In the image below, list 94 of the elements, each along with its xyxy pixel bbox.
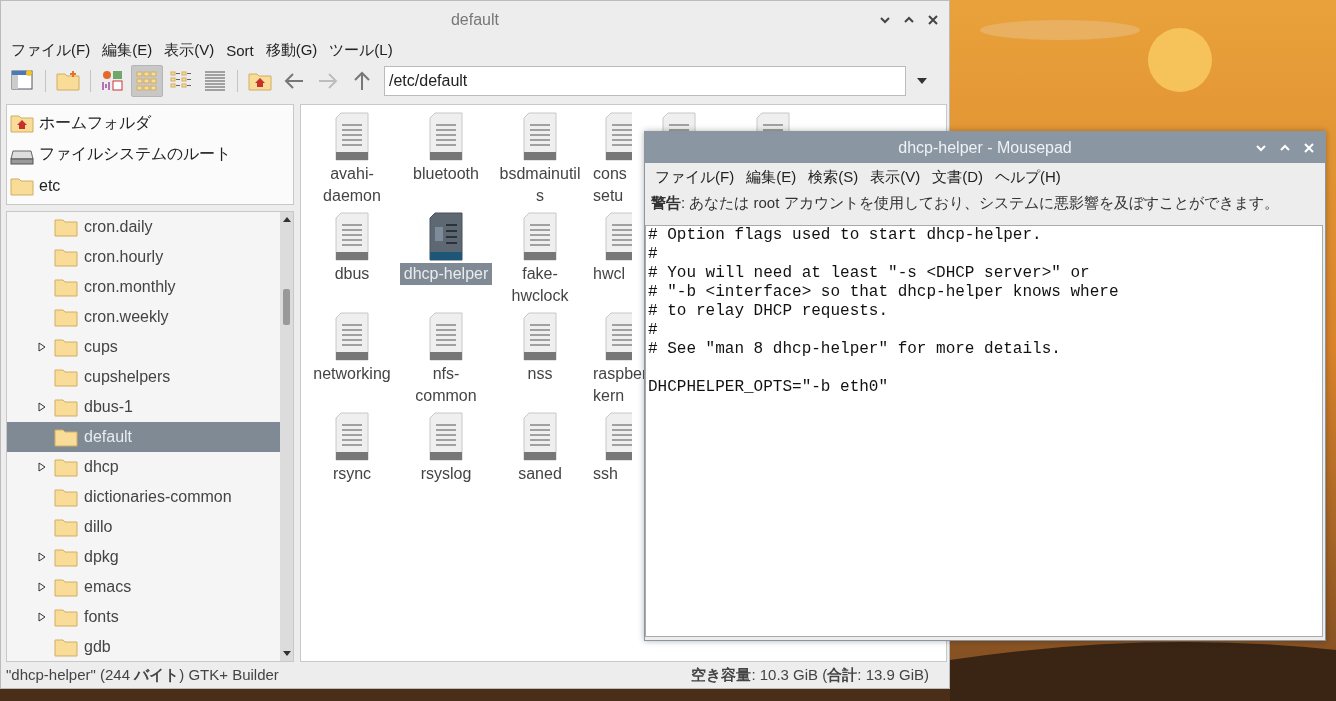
tree-item[interactable]: dhcp bbox=[84, 458, 119, 476]
folder-icon bbox=[54, 217, 78, 237]
tree-item[interactable]: cupshelpers bbox=[84, 368, 171, 386]
free-space-text: 空き容量: 10.3 GiB (合計: 13.9 GiB) bbox=[691, 665, 929, 685]
folder-icon bbox=[54, 367, 78, 387]
scrollbar[interactable] bbox=[280, 212, 293, 661]
tree-item[interactable]: emacs bbox=[84, 578, 132, 596]
file-name[interactable]: networking bbox=[309, 363, 395, 385]
tree-item[interactable]: cups bbox=[84, 338, 118, 356]
scroll-down-icon[interactable] bbox=[281, 650, 292, 658]
document-icon[interactable] bbox=[429, 212, 463, 261]
folder-icon bbox=[54, 277, 78, 297]
menu-item[interactable]: Sort bbox=[220, 41, 260, 59]
tree-row[interactable]: dillo bbox=[7, 512, 280, 542]
tree-row[interactable]: dbus-1 bbox=[7, 392, 280, 422]
folder-icon bbox=[54, 457, 78, 477]
file-name[interactable]: bsdmainutil s bbox=[495, 163, 585, 207]
tree-item[interactable]: cron.monthly bbox=[84, 278, 176, 296]
menu-item[interactable]: 文書(D) bbox=[926, 167, 989, 187]
folder-icon bbox=[54, 517, 78, 537]
tree-item[interactable]: cron.hourly bbox=[84, 248, 164, 266]
tree-item[interactable]: dpkg bbox=[84, 548, 119, 566]
folder-icon bbox=[54, 397, 78, 417]
tree-row[interactable]: cron.hourly bbox=[7, 242, 280, 272]
menu-item[interactable]: ツール(L) bbox=[323, 40, 399, 60]
tree-row[interactable]: cupshelpers bbox=[7, 362, 280, 392]
folder-icon bbox=[54, 427, 78, 447]
file-name[interactable]: rsync bbox=[328, 463, 376, 485]
file-name[interactable]: fake- hwclock bbox=[507, 263, 573, 307]
file-name[interactable]: saned bbox=[514, 463, 566, 485]
tree-item[interactable]: dbus-1 bbox=[84, 398, 133, 416]
menu-item[interactable]: 編集(E) bbox=[96, 40, 159, 60]
path-field[interactable]: /etc/default bbox=[384, 66, 906, 96]
tree-row[interactable]: cups bbox=[7, 332, 280, 362]
file-name[interactable]: ssh bbox=[587, 463, 618, 485]
menu-item[interactable]: 表示(V) bbox=[864, 167, 927, 187]
tree-row[interactable]: emacs bbox=[7, 572, 280, 602]
folder-icon bbox=[54, 487, 78, 507]
tree-row[interactable]: cron.daily bbox=[7, 212, 280, 242]
folder-icon bbox=[54, 637, 78, 657]
tree-item[interactable]: gdb bbox=[84, 638, 111, 656]
tree-row[interactable]: dictionaries-common bbox=[7, 482, 280, 512]
close-icon[interactable] bbox=[927, 14, 939, 26]
file-name[interactable]: avahi- daemon bbox=[319, 163, 385, 207]
file-name[interactable]: rsyslog bbox=[416, 463, 476, 485]
menu-item[interactable]: 検索(S) bbox=[802, 167, 865, 187]
menu-item[interactable]: ヘルプ(H) bbox=[989, 167, 1067, 187]
tree-item[interactable]: cron.daily bbox=[84, 218, 153, 236]
place-item[interactable]: etc bbox=[39, 177, 61, 195]
folder-icon bbox=[10, 176, 34, 196]
warning-text: 警告: あなたは root アカウントを使用しており、システムに悪影響を及ぼすことができます。 bbox=[650, 193, 1280, 213]
file-name[interactable]: hwcl bbox=[587, 263, 625, 285]
tree-row[interactable]: fonts bbox=[7, 602, 280, 632]
folder-icon bbox=[54, 337, 78, 357]
menu-item[interactable]: 表示(V) bbox=[158, 40, 221, 60]
tree-item[interactable]: dictionaries-common bbox=[84, 488, 232, 506]
tree-item[interactable]: dillo bbox=[84, 518, 113, 536]
home-icon bbox=[10, 113, 34, 133]
place-item[interactable]: ホームフォルダ bbox=[39, 112, 151, 134]
file-name[interactable]: nfs- common bbox=[411, 363, 481, 407]
expander-icon[interactable] bbox=[38, 462, 46, 472]
scroll-thumb[interactable] bbox=[283, 289, 290, 325]
menu-item[interactable]: 編集(E) bbox=[740, 167, 803, 187]
file-name[interactable]: bluetooth bbox=[409, 163, 483, 185]
minimize-icon[interactable] bbox=[879, 14, 891, 26]
tree-item[interactable]: fonts bbox=[84, 608, 119, 626]
window-title: dhcp-helper - Mousepad bbox=[898, 138, 1072, 157]
folder-icon bbox=[54, 547, 78, 567]
menu-item[interactable]: ファイル(F) bbox=[649, 167, 741, 187]
tree-row[interactable]: dhcp bbox=[7, 452, 280, 482]
tree-row[interactable]: dpkg bbox=[7, 542, 280, 572]
expander-icon[interactable] bbox=[38, 612, 46, 622]
menu-item[interactable]: ファイル(F) bbox=[5, 40, 97, 60]
folder-icon bbox=[54, 607, 78, 627]
expander-icon[interactable] bbox=[38, 582, 46, 592]
file-name[interactable]: cons setu bbox=[587, 163, 627, 207]
tree-row[interactable]: cron.monthly bbox=[7, 272, 280, 302]
status-text: "dhcp-helper" (244 バイト) GTK+ Builder bbox=[6, 665, 279, 685]
scroll-up-icon[interactable] bbox=[281, 215, 292, 223]
expander-icon[interactable] bbox=[38, 552, 46, 562]
menu-item[interactable]: 移動(G) bbox=[259, 40, 324, 60]
folder-icon bbox=[54, 577, 78, 597]
expander-icon[interactable] bbox=[38, 402, 46, 412]
tree-row[interactable]: cron.weekly bbox=[7, 302, 280, 332]
file-name[interactable]: nss bbox=[523, 363, 557, 385]
window-title: default bbox=[450, 11, 499, 29]
text-editor[interactable]: # Option flags used to start dhcp-helper. # # You will need at least "-s <DHCP server>" or # "-b <interface> so that dhcp-helper knows where # to relay DHCP requests. # # See "man 8 dhcp-helper" for more details. DHCPHELPER_OPTS="-b eth0" bbox=[645, 225, 1323, 637]
expander-icon[interactable] bbox=[38, 342, 46, 352]
file-name[interactable]: dbus bbox=[330, 263, 374, 285]
place-item[interactable]: ファイルシステムのルート bbox=[39, 144, 231, 165]
folder-icon bbox=[54, 247, 78, 267]
tree-row[interactable]: gdb bbox=[7, 632, 280, 661]
folder-icon bbox=[54, 307, 78, 327]
tree-item[interactable]: cron.weekly bbox=[84, 308, 169, 326]
